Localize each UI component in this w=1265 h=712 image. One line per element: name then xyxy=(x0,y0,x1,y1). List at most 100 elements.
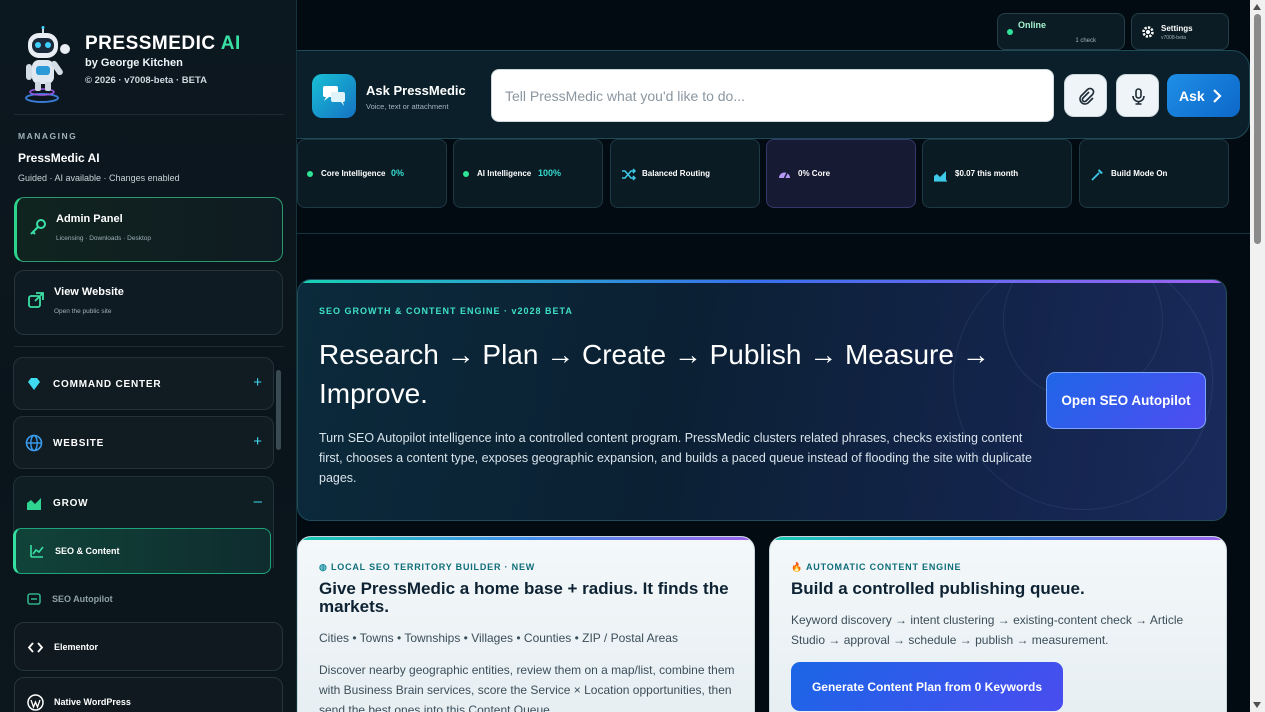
stat-balanced-routing[interactable]: Balanced Routing xyxy=(610,139,760,208)
settings-button[interactable]: Settings v7008-beta xyxy=(1131,13,1229,50)
nav-scroll-area[interactable]: COMMAND CENTER + WEBSITE + GROW – SEO & … xyxy=(13,356,283,610)
gauge-icon xyxy=(779,172,790,179)
ask-title: Ask PressMedic xyxy=(366,83,466,98)
nav-item-label: SEO & Content xyxy=(55,546,120,556)
open-seo-autopilot-button[interactable]: Open SEO Autopilot xyxy=(1046,372,1206,429)
accent-line xyxy=(770,537,1226,540)
nav-group-label: WEBSITE xyxy=(53,438,105,449)
accent-line xyxy=(298,537,754,540)
nav-item-label: SEO Autopilot xyxy=(52,594,113,604)
card-body: Discover nearby geographic entities, rev… xyxy=(319,663,735,712)
diamond-icon xyxy=(28,378,40,390)
managing-site-name: PressMedic AI xyxy=(18,151,100,165)
stat-label: 0% Core xyxy=(798,169,831,178)
hammer-icon xyxy=(1091,169,1103,181)
gear-icon xyxy=(1142,26,1154,38)
nav-item-label: Elementor xyxy=(54,642,99,652)
hero-headline: Research → Plan → Create → Publish → Mea… xyxy=(319,339,990,409)
stat-label: AI Intelligence xyxy=(477,169,532,178)
stat-value: 100% xyxy=(538,168,562,178)
stat-monthly-cost[interactable]: $0.07 this month xyxy=(922,139,1072,208)
stat-ai-intelligence[interactable]: AI Intelligence 100% xyxy=(453,139,603,208)
admin-panel-link[interactable]: Admin Panel Licensing · Downloads · Desk… xyxy=(14,197,283,262)
view-website-link[interactable]: View Website Open the public site xyxy=(14,270,283,335)
status-strip: Core Intelligence 0% AI Intelligence 100… xyxy=(297,139,1250,234)
card-meta: Cities • Towns • Townships • Villages • … xyxy=(319,631,678,645)
shuffle-icon xyxy=(622,168,636,181)
generate-content-plan-button[interactable]: Generate Content Plan from 0 Keywords xyxy=(791,662,1063,711)
hero-tag: SEO GROWTH & CONTENT ENGINE · v2028 BETA xyxy=(319,306,573,316)
stat-build-mode[interactable]: Build Mode On xyxy=(1079,139,1229,208)
globe-icon xyxy=(25,434,43,452)
ask-button-label: Ask xyxy=(1179,88,1205,104)
expand-toggle[interactable]: + xyxy=(253,433,262,450)
brand: PRESSMEDIC AI by George Kitchen © 2026 ·… xyxy=(18,26,283,106)
managing-label: MANAGING xyxy=(18,131,78,141)
chevron-right-icon xyxy=(1213,89,1222,103)
hero-body: Turn SEO Autopilot intelligence into a c… xyxy=(319,431,1032,485)
stat-label: Core Intelligence xyxy=(321,169,386,178)
card-headline: Build a controlled publishing queue. xyxy=(791,579,1085,598)
nav-scrollbar[interactable] xyxy=(276,358,281,608)
expand-toggle[interactable]: + xyxy=(253,374,262,391)
page-scrollbar[interactable] xyxy=(1250,0,1265,712)
stat-value: 0% xyxy=(391,168,405,178)
scroll-down-arrow[interactable] xyxy=(1253,702,1261,708)
stat-core-usage[interactable]: 0% Core xyxy=(766,139,916,208)
ask-bar: Ask PressMedic Voice, text or attachment… xyxy=(297,50,1250,139)
card-tag: ◍ LOCAL SEO TERRITORY BUILDER · NEW xyxy=(319,562,536,572)
page-scrollbar-thumb[interactable] xyxy=(1254,14,1261,244)
ask-button[interactable]: Ask xyxy=(1167,74,1240,117)
ask-subtitle: Voice, text or attachment xyxy=(366,102,449,111)
paperclip-icon xyxy=(1079,87,1095,105)
chat-bubbles-icon xyxy=(312,74,356,118)
brand-byline: by George Kitchen xyxy=(85,57,183,69)
hero-panel: SEO GROWTH & CONTENT ENGINE · v2028 BETA… xyxy=(297,279,1227,521)
globe-icon: ◍ xyxy=(319,562,328,572)
nav-item-native-wordpress[interactable]: Native WordPress xyxy=(14,677,283,712)
wordpress-icon xyxy=(27,694,44,711)
view-website-sub: Open the public site xyxy=(54,308,112,315)
microphone-button[interactable] xyxy=(1116,74,1159,117)
chart-icon xyxy=(27,498,41,510)
nav-group-website[interactable]: WEBSITE + xyxy=(13,416,274,469)
nav-item-label: Native WordPress xyxy=(54,697,131,707)
stat-label: Build Mode On xyxy=(1111,169,1168,178)
local-seo-card: ◍ LOCAL SEO TERRITORY BUILDER · NEW Give… xyxy=(297,536,755,712)
online-status-button[interactable]: Online 1 check xyxy=(997,13,1125,50)
microphone-icon xyxy=(1132,88,1145,105)
online-sub: 1 check xyxy=(1075,38,1096,44)
content-engine-card: 🔥 AUTOMATIC CONTENT ENGINE Build a contr… xyxy=(769,536,1227,712)
stat-label: Balanced Routing xyxy=(642,169,711,178)
stat-label: $0.07 this month xyxy=(955,169,1019,178)
card-body: Keyword discovery → intent clustering → … xyxy=(791,613,1184,647)
admin-panel-sub: Licensing · Downloads · Desktop xyxy=(56,235,152,242)
nav-group-command-center[interactable]: COMMAND CENTER + xyxy=(13,357,274,410)
ask-input[interactable] xyxy=(491,69,1054,122)
nav-item-seo-content[interactable]: SEO & Content xyxy=(13,528,271,574)
online-label: Online xyxy=(1018,20,1047,30)
managing-desc: Guided · AI available · Changes enabled xyxy=(18,173,180,183)
status-dot xyxy=(463,171,469,177)
nav-item-elementor[interactable]: Elementor xyxy=(14,622,283,671)
brand-version: © 2026 · v7008-beta · BETA xyxy=(85,75,207,86)
card-headline: Give PressMedic a home base + radius. It… xyxy=(319,579,729,616)
scroll-up-arrow[interactable] xyxy=(1253,4,1261,10)
nav-group-label: GROW xyxy=(53,498,89,509)
settings-label: Settings xyxy=(1161,24,1193,33)
collapse-toggle[interactable]: – xyxy=(254,493,262,510)
nav-item-seo-autopilot[interactable]: SEO Autopilot xyxy=(13,577,271,610)
view-website-title: View Website xyxy=(54,286,124,298)
robot-logo-icon xyxy=(25,26,70,103)
stat-core-intelligence[interactable]: Core Intelligence 0% xyxy=(297,139,447,208)
status-dot xyxy=(1007,29,1013,35)
admin-panel-title: Admin Panel xyxy=(56,213,123,225)
nav-scrollbar-thumb[interactable] xyxy=(276,370,281,450)
code-icon xyxy=(27,642,44,653)
chart-icon xyxy=(934,171,947,182)
card-tag: 🔥 AUTOMATIC CONTENT ENGINE xyxy=(791,562,962,572)
nav-group-label: COMMAND CENTER xyxy=(53,379,162,390)
line-chart-icon xyxy=(30,545,44,558)
external-link-icon xyxy=(28,292,44,308)
attach-button[interactable] xyxy=(1064,74,1107,117)
